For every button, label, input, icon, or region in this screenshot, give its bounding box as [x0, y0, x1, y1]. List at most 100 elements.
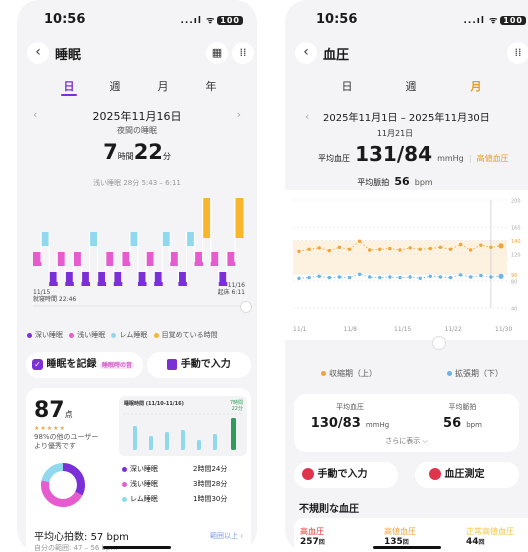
start-label: 就寝時間 22:46	[33, 296, 77, 303]
legend-dot-rem	[111, 332, 117, 338]
sleep-summary-card: 87点 ★★★★★ 98%の他のユーザー より優秀です 睡眠時間 (11/10-…	[26, 388, 251, 552]
point-systolic	[498, 243, 504, 249]
calendar-button[interactable]: ▦	[206, 42, 228, 64]
point-diastolic	[408, 275, 412, 279]
tab-week[interactable]: 週	[396, 78, 426, 94]
irregular-item-high[interactable]: 高血圧 257回	[300, 526, 368, 547]
y-tick-label: 200	[511, 199, 521, 205]
point-diastolic	[357, 272, 362, 276]
score-note-2: より優秀です	[34, 442, 76, 450]
irregular-bp-title: 不規則な血圧	[299, 504, 359, 515]
calendar-icon: ▦	[211, 46, 223, 59]
sleep-stage-deep	[65, 272, 74, 286]
chart-scrub-handle[interactable]	[240, 301, 252, 313]
chart-scrub-handle[interactable]	[432, 336, 446, 350]
irregular-item-elevated[interactable]: 高値血圧 135回	[384, 526, 454, 547]
sleep-stage-light	[57, 252, 66, 266]
manual-input-button[interactable]: 手動で入力	[294, 462, 398, 488]
status-icons: ...ıl ᯤ 100	[464, 13, 526, 26]
sleep-stage-rem	[89, 232, 98, 246]
sleep-stage-deep	[178, 272, 187, 286]
mini-bar	[133, 426, 137, 450]
point-systolic	[297, 249, 301, 253]
prev-date-button[interactable]: ‹	[305, 110, 309, 123]
point-systolic	[398, 248, 402, 252]
point-diastolic	[418, 276, 422, 280]
sleep-stage-light	[73, 252, 82, 266]
legend-rem: レム睡眠	[119, 331, 148, 339]
sleep-stage-deep	[97, 272, 107, 286]
manual-label: 手動で入力	[180, 359, 231, 370]
score-note-1: 98%の他のユーザー	[34, 433, 99, 441]
home-indicator	[372, 546, 441, 549]
measure-label: 血圧測定	[444, 469, 485, 480]
mini-bar	[213, 434, 217, 450]
status-time: 10:56	[44, 12, 86, 27]
tab-year[interactable]: 年	[196, 78, 226, 94]
record-icon: ✓	[32, 358, 43, 370]
header: ‹ 血圧 ⁞⁞	[285, 40, 528, 66]
breakdown-deep-label: 深い睡眠	[130, 465, 158, 473]
y-tick-label: 120	[511, 253, 521, 259]
page-title: 血圧	[323, 48, 350, 63]
more-button[interactable]: ⁞⁞	[507, 42, 528, 64]
measure-bp-button[interactable]: 血圧測定	[415, 462, 519, 488]
back-button[interactable]: ‹	[27, 42, 49, 64]
record-sleep-button[interactable]: ✓ 睡眠を記録 睡眠時の音	[26, 352, 143, 378]
heart-rate-label: 平均心拍数:	[34, 532, 88, 543]
breakdown-rem-label: レム睡眠	[130, 495, 158, 503]
y-tick-label: 140	[511, 239, 521, 245]
status-bar: 10:56 ...ıl ᯤ 100	[17, 0, 257, 34]
point-systolic	[408, 246, 412, 250]
point-diastolic	[438, 275, 443, 279]
point-systolic	[378, 247, 382, 251]
status-bar: 10:56 ...ıl ᯤ 100	[285, 0, 528, 34]
range-status-badge[interactable]: 範囲以上 ›	[210, 531, 243, 541]
sleep-start: 11/15 就寝時間 22:46	[33, 289, 76, 303]
normal-band	[293, 240, 507, 275]
irregular-high-unit: 回	[318, 539, 325, 546]
legend-awake: 目覚めている時間	[161, 331, 218, 339]
summary-pulse-unit: bpm	[466, 421, 482, 429]
point-diastolic	[398, 275, 402, 280]
irregular-high-normal-label: 正常高値血圧	[466, 527, 514, 536]
manual-input-button[interactable]: 手動で入力	[147, 352, 251, 378]
legend-dot-deep	[27, 332, 32, 338]
summary-bp: 130/83 mmHg	[294, 412, 406, 431]
edit-icon	[302, 468, 314, 480]
tab-month[interactable]: 月	[148, 78, 178, 94]
tab-month[interactable]: 月	[461, 78, 491, 94]
point-systolic	[307, 247, 311, 251]
point-systolic	[428, 246, 432, 251]
avg-bp-value: 131/84	[355, 142, 432, 166]
light-sleep-note: 浅い睡眠 28分 5:43 – 6:11	[93, 179, 181, 187]
point-diastolic	[448, 275, 453, 280]
y-tick-label: 90	[511, 273, 517, 279]
back-button[interactable]: ‹	[295, 42, 317, 64]
date-label: 2025年11月16日	[92, 110, 182, 123]
sleep-stage-awake	[202, 198, 212, 238]
point-systolic	[357, 239, 362, 243]
irregular-elevated-unit: 回	[402, 539, 409, 546]
show-more-button[interactable]: さらに表示 ⌵	[294, 436, 519, 446]
sleep-score: 87点	[34, 398, 73, 423]
point-systolic	[438, 245, 443, 249]
legend-deep: 深い睡眠	[35, 331, 63, 339]
sleep-stage-light	[146, 252, 155, 266]
end-date: 11/16	[227, 282, 245, 289]
point-diastolic	[297, 276, 301, 280]
sleep-stage-deep	[113, 272, 123, 286]
legend-light: 浅い睡眠	[77, 331, 106, 339]
point-diastolic	[479, 273, 483, 278]
point-diastolic	[388, 275, 392, 279]
point-systolic	[337, 245, 342, 249]
point-systolic	[479, 243, 483, 247]
score-note: 98%の他のユーザー より優秀です	[34, 433, 98, 451]
irregular-item-high-normal[interactable]: 正常高値血圧 44回	[466, 526, 528, 547]
sleep-breakdown: 深い睡眠 2時間24分 浅い睡眠 3時間28分 レム睡眠 1時間30分	[122, 462, 227, 507]
more-button[interactable]: ⁞⁞	[232, 42, 254, 64]
tab-day[interactable]: 日	[54, 78, 84, 94]
breakdown-deep: 深い睡眠 2時間24分	[122, 462, 227, 477]
tab-week[interactable]: 週	[100, 78, 130, 94]
tab-day[interactable]: 日	[332, 78, 362, 94]
